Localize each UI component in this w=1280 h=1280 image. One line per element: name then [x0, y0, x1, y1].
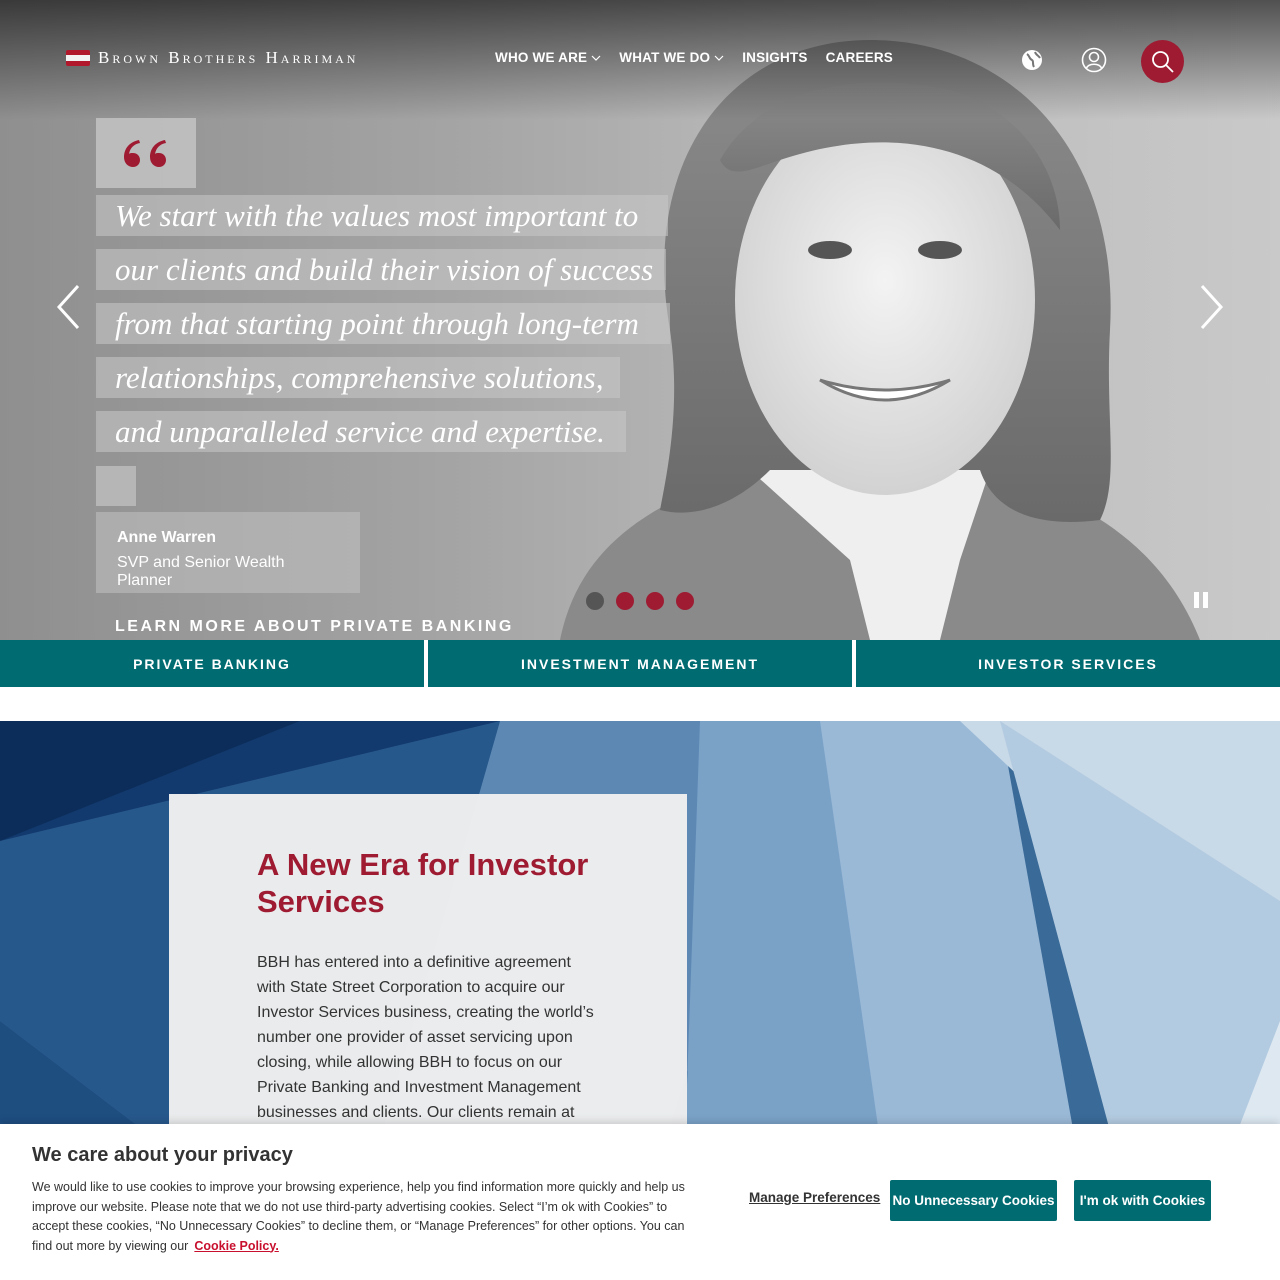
globe-icon[interactable]	[1014, 40, 1050, 80]
quote-line: from that starting point through long-te…	[96, 303, 670, 344]
brand-logo[interactable]: Brown Brothers Harriman	[66, 48, 358, 68]
carousel-dot-3[interactable]	[646, 592, 664, 610]
chevron-left-icon	[56, 284, 80, 330]
prev-slide-button[interactable]	[54, 282, 84, 332]
author-name: Anne Warren	[117, 529, 216, 546]
decline-cookies-button[interactable]: No Unnecessary Cookies	[890, 1180, 1057, 1221]
cookie-title: We care about your privacy	[32, 1144, 293, 1166]
author-title: SVP and Senior Wealth Planner	[117, 554, 285, 589]
nav-what-we-do[interactable]: WHAT WE DO	[619, 50, 724, 65]
accept-cookies-button[interactable]: I'm ok with Cookies	[1074, 1180, 1211, 1221]
chevron-right-icon	[1200, 284, 1224, 330]
manage-preferences-button[interactable]: Manage Preferences	[749, 1190, 880, 1205]
tab-private-banking[interactable]: PRIVATE BANKING	[0, 640, 424, 687]
learn-more-link[interactable]: LEARN MORE ABOUT PRIVATE BANKING	[115, 618, 514, 636]
search-icon	[1151, 50, 1174, 73]
tab-investment-management[interactable]: INVESTMENT MANAGEMENT	[428, 640, 852, 687]
nav-who-we-are[interactable]: WHO WE ARE	[495, 50, 601, 65]
carousel-dot-1[interactable]	[586, 592, 604, 610]
cookie-policy-link[interactable]: Cookie Policy.	[194, 1239, 279, 1253]
tab-investor-services[interactable]: INVESTOR SERVICES	[856, 640, 1280, 687]
quote-attribution: Anne Warren SVP and Senior Wealth Planne…	[96, 512, 360, 593]
chevron-down-icon	[591, 55, 601, 61]
nav-insights[interactable]: INSIGHTS	[742, 50, 807, 65]
quote-mark-icon	[96, 118, 196, 188]
nav-careers[interactable]: CAREERS	[826, 50, 893, 65]
cookie-banner: We care about your privacy We would like…	[0, 1124, 1280, 1280]
hero-carousel: Brown Brothers Harriman WHO WE ARE WHAT …	[0, 0, 1280, 640]
feature-body: BBH has entered into a definitive agreem…	[257, 954, 594, 1146]
quote-close-block	[96, 466, 136, 506]
chevron-down-icon	[714, 55, 724, 61]
quote-line: our clients and build their vision of su…	[96, 249, 666, 290]
business-tabs: PRIVATE BANKING INVESTMENT MANAGEMENT IN…	[0, 640, 1280, 687]
feature-title: A New Era for Investor Services	[257, 847, 589, 919]
pause-icon[interactable]	[1194, 592, 1210, 608]
carousel-dots	[586, 592, 694, 610]
brand-name: Brown Brothers Harriman	[98, 48, 359, 67]
carousel-dot-2[interactable]	[616, 592, 634, 610]
next-slide-button[interactable]	[1196, 282, 1226, 332]
main-nav: WHO WE ARE WHAT WE DO INSIGHTS CAREERS	[495, 50, 893, 65]
quote-line: We start with the values most important …	[96, 195, 668, 236]
cookie-text: We would like to use cookies to improve …	[32, 1180, 685, 1253]
flag-icon	[66, 50, 90, 66]
quote-line: and unparalleled service and expertise.	[96, 411, 626, 452]
carousel-dot-4[interactable]	[676, 592, 694, 610]
search-button[interactable]	[1141, 40, 1184, 83]
quote-line: relationships, comprehensive solutions,	[96, 357, 620, 398]
user-icon[interactable]	[1076, 40, 1112, 80]
